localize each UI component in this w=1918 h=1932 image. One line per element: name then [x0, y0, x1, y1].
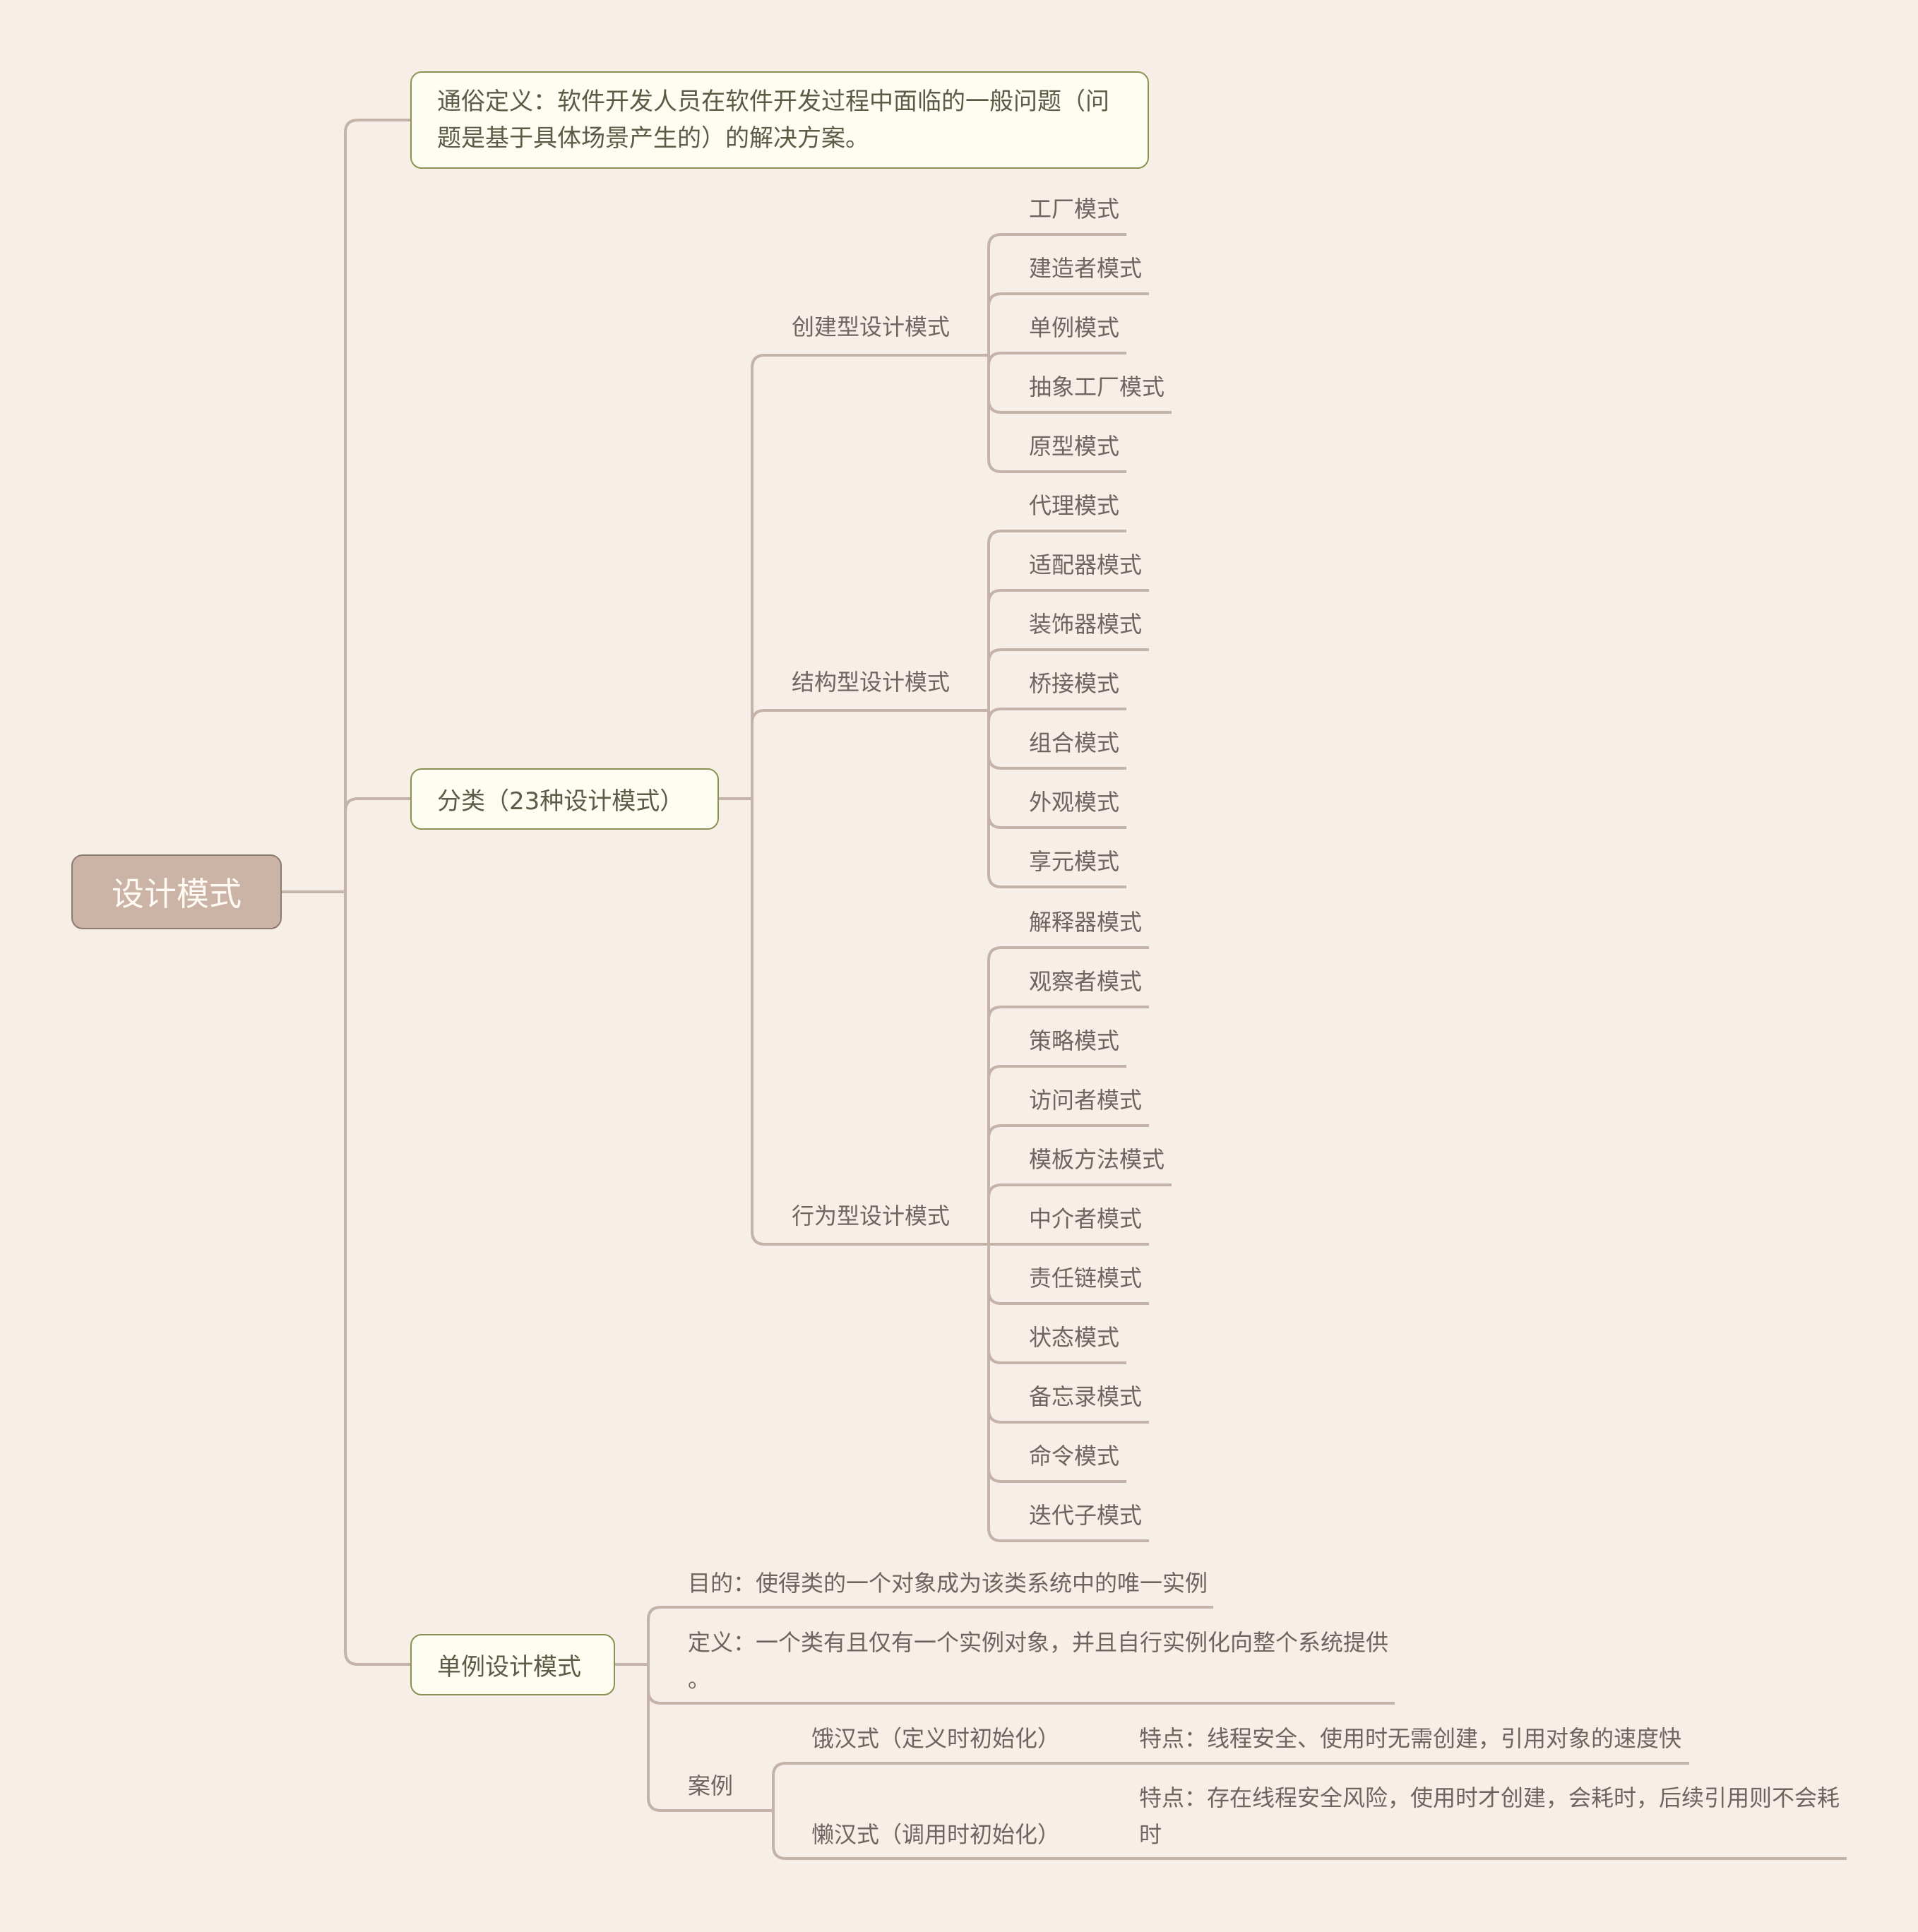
category-topic[interactable]: 结构型设计模式 [792, 668, 950, 696]
pattern-leaf[interactable]: 观察者模式 [1029, 967, 1142, 996]
pattern-leaf[interactable]: 解释器模式 [1029, 908, 1142, 936]
branch-category [751, 354, 989, 799]
pattern-leaf[interactable]: 单例模式 [1029, 314, 1119, 342]
lazy-feature-line1[interactable]: 特点：存在线程安全风险，使用时才创建，会耗时，后续引用则不会耗 [1139, 1784, 1840, 1812]
pattern-leaf[interactable]: 组合模式 [1029, 729, 1119, 757]
cases-topic[interactable]: 案例 [688, 1772, 733, 1800]
eager-topic[interactable]: 饿汉式（定义时初始化） [811, 1724, 1060, 1753]
singleton-definition-line2: 。 [688, 1666, 711, 1693]
singleton-topic[interactable]: 单例设计模式 [410, 1634, 615, 1695]
singleton-definition-line1[interactable]: 定义：一个类有且仅有一个实例对象，并且自行实例化向整个系统提供 [688, 1628, 1388, 1657]
pattern-leaf[interactable]: 装饰器模式 [1029, 610, 1142, 638]
singleton-topic-label: 单例设计模式 [437, 1653, 581, 1681]
pattern-leaf[interactable]: 建造者模式 [1029, 254, 1142, 282]
pattern-leaf[interactable]: 桥接模式 [1029, 669, 1119, 698]
branch-category [751, 709, 989, 799]
root-topic[interactable]: 设计模式 [71, 854, 282, 929]
pattern-leaf[interactable]: 状态模式 [1029, 1323, 1119, 1352]
category-topic[interactable]: 创建型设计模式 [792, 313, 950, 341]
branch-leaf [987, 352, 1126, 366]
pattern-leaf[interactable]: 模板方法模式 [1029, 1145, 1164, 1174]
definition-topic-label: 通俗定义：软件开发人员在软件开发过程中面临的一般问题（问题是基于具体场景产生的）… [437, 88, 1109, 153]
branch-definition [344, 119, 410, 892]
lazy-feature-line2: 时 [1139, 1821, 1162, 1848]
pattern-leaf[interactable]: 适配器模式 [1029, 551, 1142, 579]
branch-leaf [987, 708, 1126, 722]
branch-singleton [344, 892, 410, 1666]
pattern-leaf[interactable]: 策略模式 [1029, 1027, 1119, 1055]
pattern-leaf[interactable]: 迭代子模式 [1029, 1501, 1142, 1530]
pattern-leaf[interactable]: 备忘录模式 [1029, 1383, 1142, 1411]
pattern-leaf[interactable]: 访问者模式 [1029, 1086, 1142, 1114]
branch-definition-detail [647, 1664, 1395, 1705]
pattern-leaf[interactable]: 责任链模式 [1029, 1264, 1142, 1292]
lazy-topic[interactable]: 懒汉式（调用时初始化） [811, 1820, 1060, 1849]
definition-topic[interactable]: 通俗定义：软件开发人员在软件开发过程中面临的一般问题（问题是基于具体场景产生的）… [410, 71, 1149, 169]
pattern-leaf[interactable]: 抽象工厂模式 [1029, 373, 1164, 401]
pattern-leaf[interactable]: 工厂模式 [1029, 195, 1119, 223]
pattern-leaf[interactable]: 原型模式 [1029, 432, 1119, 460]
pattern-leaf[interactable]: 命令模式 [1029, 1442, 1119, 1470]
pattern-leaf[interactable]: 享元模式 [1029, 847, 1119, 876]
category-topic[interactable]: 行为型设计模式 [792, 1202, 950, 1230]
classification-topic-label: 分类（23种设计模式） [437, 787, 684, 816]
branch-category [751, 799, 989, 1246]
eager-feature[interactable]: 特点：线程安全、使用时无需创建，引用对象的速度快 [1139, 1724, 1681, 1753]
branch-classification [344, 797, 410, 892]
pattern-leaf[interactable]: 外观模式 [1029, 788, 1119, 816]
singleton-purpose[interactable]: 目的：使得类的一个对象成为该类系统中的唯一实例 [688, 1569, 1208, 1597]
pattern-leaf[interactable]: 中介者模式 [1029, 1205, 1142, 1233]
pattern-leaf[interactable]: 代理模式 [1029, 491, 1119, 520]
classification-topic[interactable]: 分类（23种设计模式） [410, 768, 719, 830]
root-topic-label: 设计模式 [112, 875, 242, 913]
